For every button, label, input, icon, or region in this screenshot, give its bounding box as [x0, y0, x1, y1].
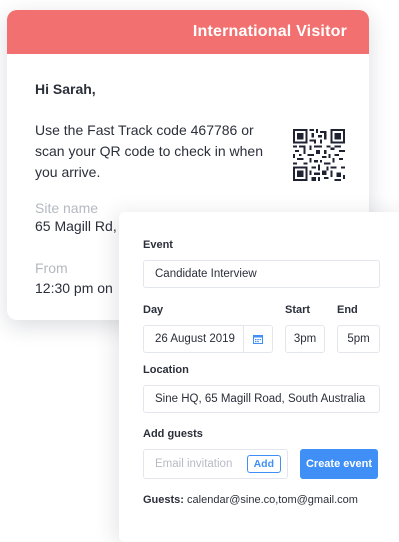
event-name-value: Candidate Interview — [155, 268, 257, 280]
site-name-value: 65 Magill Rd, — [35, 218, 117, 234]
day-date-input[interactable]: 26 August 2019 — [143, 325, 273, 353]
add-guest-button[interactable]: Add — [246, 455, 281, 473]
visitor-card-header: International Visitor — [7, 10, 369, 54]
visitor-type-title: International Visitor — [192, 23, 347, 40]
start-time-input[interactable]: 3pm — [285, 325, 325, 353]
guests-list: calendar@sine.co,tom@gmail.com — [187, 494, 358, 506]
guests-prefix: Guests: — [143, 494, 184, 506]
calendar-icon[interactable] — [243, 326, 272, 352]
email-invitation-input[interactable]: Email invitation Add — [143, 449, 288, 479]
day-label: Day — [143, 304, 164, 316]
guests-summary: Guests: calendar@sine.co,tom@gmail.com — [143, 494, 358, 506]
location-input[interactable]: Sine HQ, 65 Magill Road, South Australia — [143, 385, 380, 413]
location-value: Sine HQ, 65 Magill Road, South Australia — [155, 393, 366, 405]
end-label: End — [337, 304, 358, 316]
start-label: Start — [285, 304, 311, 316]
check-in-message: Use the Fast Track code 467786 or scan y… — [35, 122, 264, 180]
end-value: 5pm — [347, 333, 370, 345]
add-guests-label: Add guests — [143, 428, 203, 440]
from-value: 12:30 pm on — [35, 280, 113, 296]
day-value: 26 August 2019 — [155, 333, 235, 345]
create-event-button[interactable]: Create event — [300, 449, 378, 479]
email-placeholder: Email invitation — [155, 458, 233, 470]
event-form-card: Event Candidate Interview Day Start End … — [119, 212, 399, 542]
from-label: From — [35, 260, 68, 276]
greeting-text: Hi Sarah, — [35, 81, 96, 97]
event-label: Event — [143, 239, 173, 251]
start-value: 3pm — [293, 333, 317, 345]
end-time-input[interactable]: 5pm — [337, 325, 380, 353]
qr-code-icon — [293, 129, 345, 181]
event-name-input[interactable]: Candidate Interview — [143, 260, 380, 288]
location-label: Location — [143, 364, 189, 376]
site-name-label: Site name — [35, 200, 99, 216]
